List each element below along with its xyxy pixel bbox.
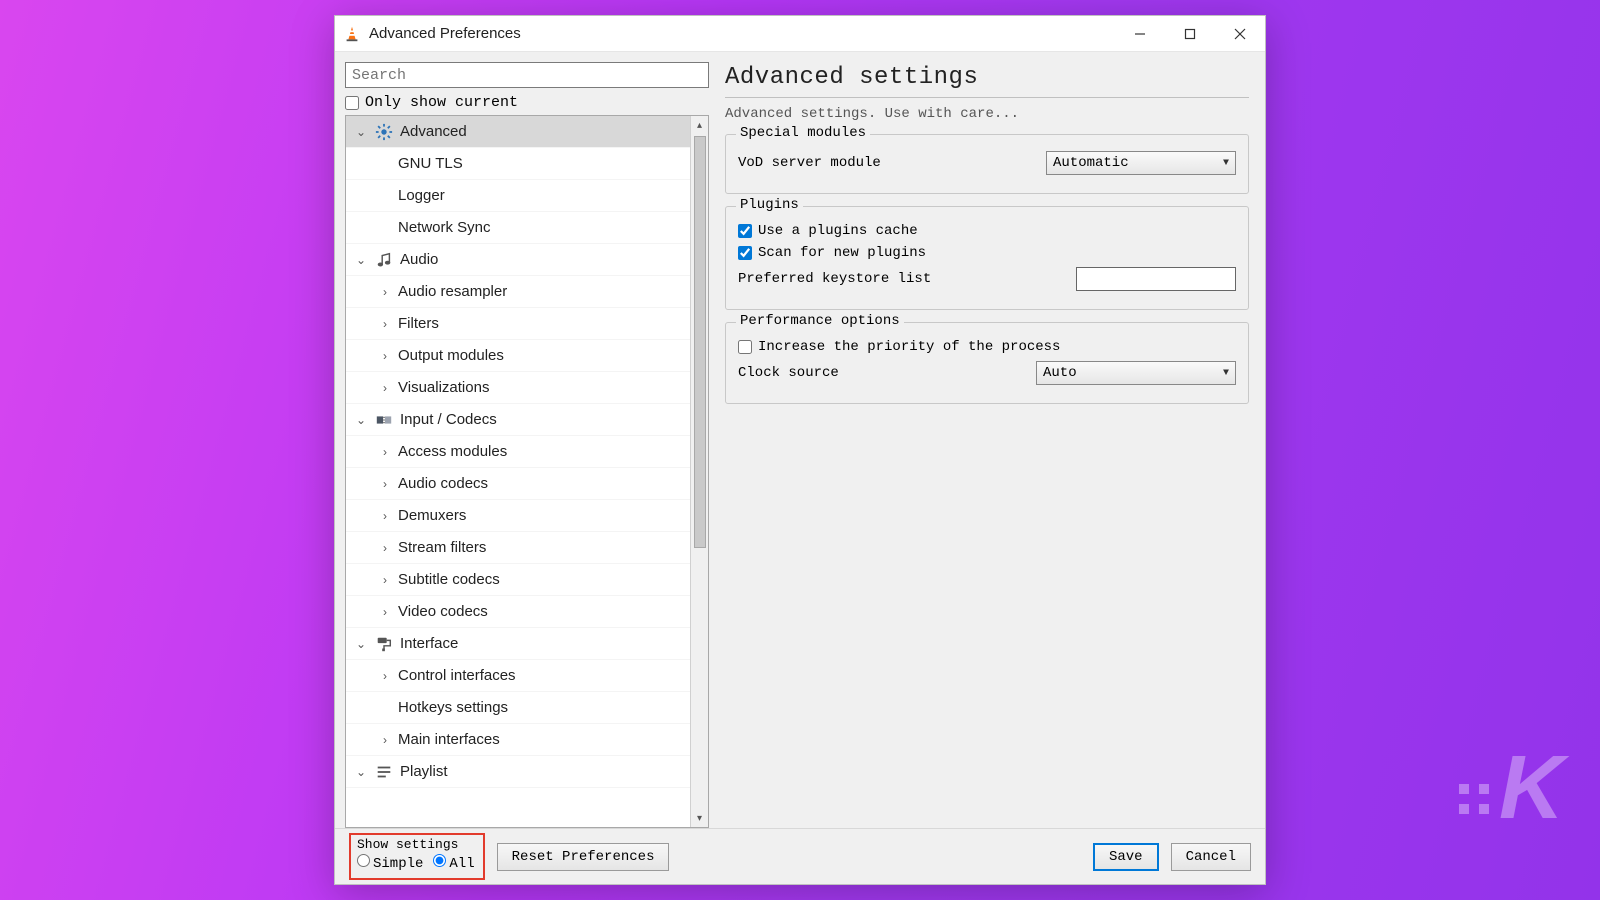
panel-heading: Advanced settings bbox=[725, 64, 1249, 98]
settings-tree: ⌄AdvancedGNU TLSLoggerNetwork Sync⌄Audio… bbox=[345, 115, 709, 828]
tree-item-filters[interactable]: ›Filters bbox=[346, 308, 690, 340]
minimize-button[interactable] bbox=[1115, 16, 1165, 51]
show-settings-label: Show settings bbox=[357, 837, 475, 852]
tree-item-video-codecs[interactable]: ›Video codecs bbox=[346, 596, 690, 628]
keystore-label: Preferred keystore list bbox=[738, 271, 1068, 287]
tree-item-playlist[interactable]: ⌄Playlist bbox=[346, 756, 690, 788]
tree-item-logger[interactable]: Logger bbox=[346, 180, 690, 212]
scan-new-plugins-label: Scan for new plugins bbox=[758, 245, 926, 261]
chevron-down-icon: ⌄ bbox=[354, 253, 368, 267]
use-plugins-cache-label: Use a plugins cache bbox=[758, 223, 918, 239]
chevron-right-icon: › bbox=[378, 285, 392, 299]
watermark: K bbox=[1459, 737, 1560, 840]
tree-item-network-sync[interactable]: Network Sync bbox=[346, 212, 690, 244]
vod-server-value: Automatic bbox=[1053, 155, 1129, 171]
tree-item-output-modules[interactable]: ›Output modules bbox=[346, 340, 690, 372]
paint-icon bbox=[374, 635, 394, 653]
tree-item-gnu-tls[interactable]: GNU TLS bbox=[346, 148, 690, 180]
vlc-cone-icon bbox=[343, 25, 361, 43]
clock-source-label: Clock source bbox=[738, 365, 1028, 381]
tree-item-audio-codecs[interactable]: ›Audio codecs bbox=[346, 468, 690, 500]
tree-item-hotkeys-settings[interactable]: Hotkeys settings bbox=[346, 692, 690, 724]
settings-panel: Advanced settings Advanced settings. Use… bbox=[725, 62, 1255, 828]
chevron-right-icon: › bbox=[378, 573, 392, 587]
footer: Show settings Simple All Reset Preferenc… bbox=[335, 828, 1265, 884]
scan-new-plugins-checkbox[interactable] bbox=[738, 246, 752, 260]
tree-item-advanced[interactable]: ⌄Advanced bbox=[346, 116, 690, 148]
group-special-modules: Special modules VoD server module Automa… bbox=[725, 134, 1249, 194]
playlist-icon bbox=[374, 763, 394, 781]
scroll-up-icon[interactable]: ▴ bbox=[691, 116, 708, 134]
chevron-right-icon: › bbox=[378, 317, 392, 331]
chevron-down-icon: ▼ bbox=[1223, 368, 1229, 379]
chevron-down-icon: ⌄ bbox=[354, 125, 368, 139]
chevron-right-icon: › bbox=[378, 349, 392, 363]
only-show-current-checkbox[interactable] bbox=[345, 96, 359, 110]
tree-item-input-codecs[interactable]: ⌄Input / Codecs bbox=[346, 404, 690, 436]
chevron-down-icon: ⌄ bbox=[354, 765, 368, 779]
chevron-right-icon: › bbox=[378, 381, 392, 395]
only-show-current-label: Only show current bbox=[365, 94, 518, 111]
reset-preferences-button[interactable]: Reset Preferences bbox=[497, 843, 670, 871]
vod-label: VoD server module bbox=[738, 155, 1038, 171]
chevron-right-icon: › bbox=[378, 541, 392, 555]
show-settings-simple[interactable]: Simple bbox=[357, 854, 423, 872]
tree-item-audio[interactable]: ⌄Audio bbox=[346, 244, 690, 276]
legend-special: Special modules bbox=[736, 125, 870, 141]
scroll-down-icon[interactable]: ▾ bbox=[691, 809, 708, 827]
maximize-button[interactable] bbox=[1165, 16, 1215, 51]
tree-item-control-interfaces[interactable]: ›Control interfaces bbox=[346, 660, 690, 692]
tree-item-access-modules[interactable]: ›Access modules bbox=[346, 436, 690, 468]
show-settings-all[interactable]: All bbox=[433, 854, 474, 872]
tree-item-subtitle-codecs[interactable]: ›Subtitle codecs bbox=[346, 564, 690, 596]
search-input[interactable] bbox=[345, 62, 709, 88]
codec-icon bbox=[374, 411, 394, 429]
use-plugins-cache-checkbox[interactable] bbox=[738, 224, 752, 238]
close-button[interactable] bbox=[1215, 16, 1265, 51]
titlebar: Advanced Preferences bbox=[335, 16, 1265, 52]
note-icon bbox=[374, 251, 394, 269]
tree-item-stream-filters[interactable]: ›Stream filters bbox=[346, 532, 690, 564]
preferences-window: Advanced Preferences Only show current ⌄… bbox=[334, 15, 1266, 885]
tree-scrollbar[interactable]: ▴ ▾ bbox=[690, 116, 708, 827]
save-button[interactable]: Save bbox=[1093, 843, 1159, 871]
left-panel: Only show current ⌄AdvancedGNU TLSLogger… bbox=[345, 62, 709, 828]
clock-source-value: Auto bbox=[1043, 365, 1077, 381]
gear-icon bbox=[374, 123, 394, 141]
increase-priority-checkbox[interactable] bbox=[738, 340, 752, 354]
tree-item-demuxers[interactable]: ›Demuxers bbox=[346, 500, 690, 532]
chevron-down-icon: ⌄ bbox=[354, 637, 368, 651]
chevron-right-icon: › bbox=[378, 669, 392, 683]
scrollbar-thumb[interactable] bbox=[694, 136, 706, 548]
legend-plugins: Plugins bbox=[736, 197, 803, 213]
only-show-current[interactable]: Only show current bbox=[345, 94, 709, 111]
increase-priority-label: Increase the priority of the process bbox=[758, 339, 1060, 355]
clock-source-select[interactable]: Auto ▼ bbox=[1036, 361, 1236, 385]
chevron-right-icon: › bbox=[378, 733, 392, 747]
chevron-right-icon: › bbox=[378, 477, 392, 491]
tree-item-audio-resampler[interactable]: ›Audio resampler bbox=[346, 276, 690, 308]
window-controls bbox=[1115, 16, 1265, 51]
chevron-right-icon: › bbox=[378, 509, 392, 523]
panel-subtitle: Advanced settings. Use with care... bbox=[725, 106, 1249, 122]
tree-item-interface[interactable]: ⌄Interface bbox=[346, 628, 690, 660]
group-performance: Performance options Increase the priorit… bbox=[725, 322, 1249, 404]
vod-server-select[interactable]: Automatic ▼ bbox=[1046, 151, 1236, 175]
keystore-input[interactable] bbox=[1076, 267, 1236, 291]
chevron-down-icon: ▼ bbox=[1223, 158, 1229, 169]
cancel-button[interactable]: Cancel bbox=[1171, 843, 1251, 871]
tree-item-main-interfaces[interactable]: ›Main interfaces bbox=[346, 724, 690, 756]
chevron-right-icon: › bbox=[378, 445, 392, 459]
tree-item-visualizations[interactable]: ›Visualizations bbox=[346, 372, 690, 404]
window-title: Advanced Preferences bbox=[369, 25, 1115, 42]
legend-performance: Performance options bbox=[736, 313, 904, 329]
chevron-right-icon: › bbox=[378, 605, 392, 619]
show-settings-group: Show settings Simple All bbox=[349, 833, 485, 880]
group-plugins: Plugins Use a plugins cache Scan for new… bbox=[725, 206, 1249, 310]
chevron-down-icon: ⌄ bbox=[354, 413, 368, 427]
